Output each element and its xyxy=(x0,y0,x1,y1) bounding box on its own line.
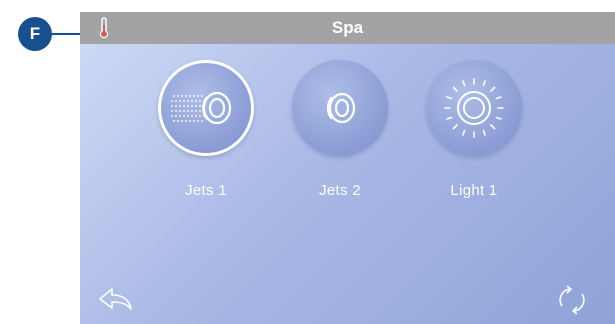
jets-active-icon xyxy=(171,91,232,125)
jets-1-label: Jets 1 xyxy=(185,182,227,199)
page-title: Spa xyxy=(331,18,364,37)
refresh-button[interactable] xyxy=(554,282,590,318)
light-1-circle[interactable] xyxy=(426,60,522,156)
jets-2-circle[interactable] xyxy=(292,60,388,156)
jets-icon xyxy=(326,92,356,124)
light-icon xyxy=(444,78,504,138)
refresh-icon xyxy=(559,285,585,315)
jets-2-button[interactable]: Jets 2 xyxy=(280,60,400,199)
back-arrow-icon xyxy=(99,288,132,310)
jets-1-button[interactable]: Jets 1 xyxy=(146,60,266,199)
callout-badge: F xyxy=(18,17,52,51)
jets-2-label: Jets 2 xyxy=(319,182,361,199)
light-1-label: Light 1 xyxy=(450,182,498,199)
spa-screen: Spa Jets 1 Jets 2 Light 1 xyxy=(80,12,615,324)
jets-1-circle[interactable] xyxy=(158,60,254,156)
back-button[interactable] xyxy=(96,284,134,314)
title-bar: Spa xyxy=(80,12,615,44)
thermometer-icon[interactable] xyxy=(96,17,112,39)
light-1-button[interactable]: Light 1 xyxy=(414,60,534,199)
